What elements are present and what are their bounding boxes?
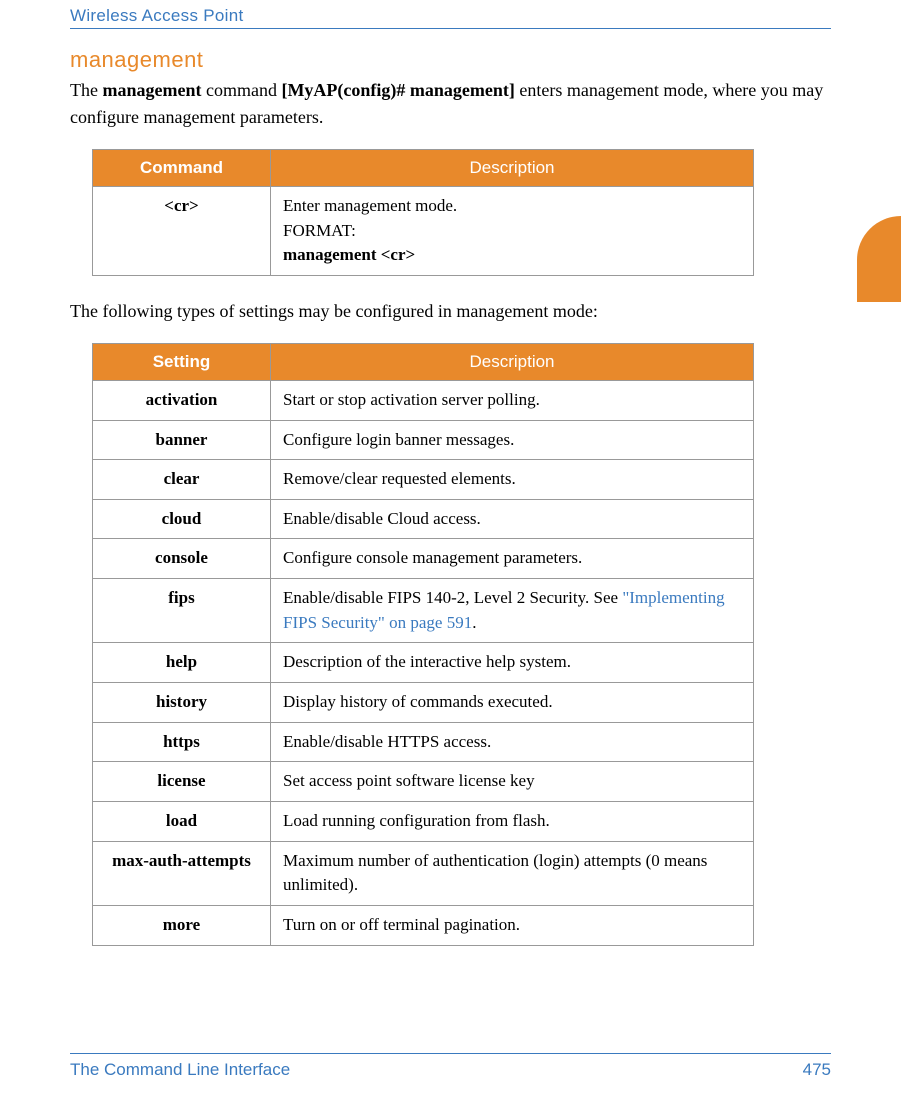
table-row: cloudEnable/disable Cloud access.	[93, 499, 754, 539]
table-row: activationStart or stop activation serve…	[93, 380, 754, 420]
setting-name-cell: activation	[93, 380, 271, 420]
page-footer: The Command Line Interface 475	[70, 1053, 831, 1080]
command-desc-cell: Enter management mode. FORMAT: managemen…	[271, 187, 754, 276]
setting-desc-cell: Remove/clear requested elements.	[271, 460, 754, 500]
table-row: consoleConfigure console management para…	[93, 539, 754, 579]
table-row: loadLoad running configuration from flas…	[93, 801, 754, 841]
setting-desc-cell: Set access point software license key	[271, 762, 754, 802]
setting-desc-cell: Enable/disable Cloud access.	[271, 499, 754, 539]
setting-desc-cell: Load running configuration from flash.	[271, 801, 754, 841]
intro-text: The	[70, 80, 102, 100]
setting-name-cell: load	[93, 801, 271, 841]
setting-desc-cell: Start or stop activation server polling.	[271, 380, 754, 420]
table-row: moreTurn on or off terminal pagination.	[93, 905, 754, 945]
table-row: bannerConfigure login banner messages.	[93, 420, 754, 460]
running-header: Wireless Access Point	[70, 0, 831, 29]
desc-line: Enter management mode.	[283, 196, 457, 215]
between-paragraph: The following types of settings may be c…	[70, 298, 831, 325]
table-row: clearRemove/clear requested elements.	[93, 460, 754, 500]
page-thumb-tab	[857, 216, 901, 302]
col-header-setting: Setting	[93, 343, 271, 380]
setting-desc-cell: Enable/disable FIPS 140-2, Level 2 Secur…	[271, 579, 754, 643]
table-row: <cr> Enter management mode. FORMAT: mana…	[93, 187, 754, 276]
table-row: fips Enable/disable FIPS 140-2, Level 2 S…	[93, 579, 754, 643]
setting-desc-cell: Turn on or off terminal pagination.	[271, 905, 754, 945]
table-row: helpDescription of the interactive help …	[93, 643, 754, 683]
col-header-description: Description	[271, 343, 754, 380]
intro-paragraph: The management command [MyAP(config)# ma…	[70, 77, 831, 131]
footer-page-number: 475	[803, 1060, 831, 1080]
setting-name-cell: https	[93, 722, 271, 762]
setting-desc-cell: Enable/disable HTTPS access.	[271, 722, 754, 762]
format-value: management <cr>	[283, 243, 741, 268]
setting-desc-cell: Configure login banner messages.	[271, 420, 754, 460]
table-header-row: Command Description	[93, 150, 754, 187]
setting-name-cell: banner	[93, 420, 271, 460]
setting-name-cell: license	[93, 762, 271, 802]
desc-text: Enable/disable FIPS 140-2, Level 2 Secur…	[283, 588, 622, 607]
footer-section-title: The Command Line Interface	[70, 1060, 290, 1080]
table-header-row: Setting Description	[93, 343, 754, 380]
setting-desc-cell: Configure console management parameters.	[271, 539, 754, 579]
intro-text: command	[201, 80, 281, 100]
table-row: httpsEnable/disable HTTPS access.	[93, 722, 754, 762]
setting-desc-cell: Maximum number of authentication (login)…	[271, 841, 754, 905]
setting-name-cell: fips	[93, 579, 271, 643]
setting-name-cell: max-auth-attempts	[93, 841, 271, 905]
col-header-command: Command	[93, 150, 271, 187]
setting-table-wrap: Setting Description activationStart or s…	[92, 343, 831, 946]
intro-prompt: [MyAP(config)# management]	[281, 80, 514, 100]
setting-name-cell: clear	[93, 460, 271, 500]
setting-name-cell: history	[93, 683, 271, 723]
intro-command-name: management	[102, 80, 201, 100]
setting-desc-cell: Description of the interactive help syst…	[271, 643, 754, 683]
setting-desc-cell: Display history of commands executed.	[271, 683, 754, 723]
setting-name-cell: more	[93, 905, 271, 945]
format-label: FORMAT:	[283, 219, 741, 244]
setting-name-cell: help	[93, 643, 271, 683]
section-heading: management	[70, 47, 831, 73]
col-header-description: Description	[271, 150, 754, 187]
table-row: historyDisplay history of commands execu…	[93, 683, 754, 723]
command-table-wrap: Command Description <cr> Enter managemen…	[92, 149, 831, 276]
table-row: max-auth-attemptsMaximum number of authe…	[93, 841, 754, 905]
table-row: licenseSet access point software license…	[93, 762, 754, 802]
command-name-cell: <cr>	[93, 187, 271, 276]
command-table: Command Description <cr> Enter managemen…	[92, 149, 754, 276]
desc-text: .	[472, 613, 476, 632]
setting-table: Setting Description activationStart or s…	[92, 343, 754, 946]
setting-name-cell: cloud	[93, 499, 271, 539]
setting-name-cell: console	[93, 539, 271, 579]
